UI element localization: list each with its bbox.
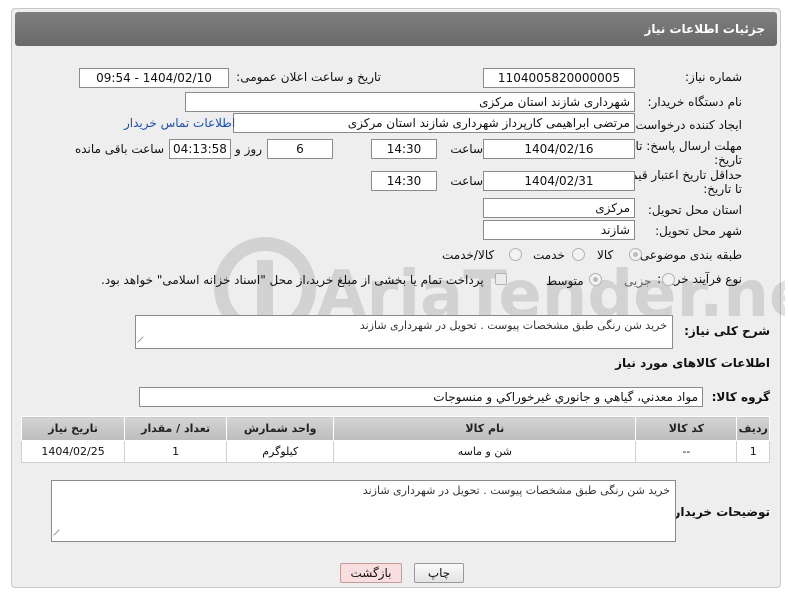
cell-row-number: 1 xyxy=(736,440,770,463)
price-time-label: ساعت xyxy=(450,174,483,188)
category-radio-goods[interactable] xyxy=(629,248,642,261)
cell-unit: کیلوگرم xyxy=(226,440,335,463)
reply-time-label: ساعت xyxy=(450,142,483,156)
announce-label: تاریخ و ساعت اعلان عمومی: xyxy=(236,70,381,84)
back-button[interactable]: بازگشت xyxy=(340,563,402,583)
goods-group-label: گروه کالا: xyxy=(711,390,770,404)
col-date-header: تاریخ نیاز xyxy=(20,416,126,441)
page-title: جزئیات اطلاعات نیاز xyxy=(644,22,765,36)
buyer-notes-label: توضیحات خریدار: xyxy=(668,505,770,519)
price-validity-label-2: تا تاریخ: xyxy=(703,182,742,196)
need-number-label: شماره نیاز: xyxy=(685,70,742,84)
print-button[interactable]: چاپ xyxy=(414,563,464,583)
reply-deadline-label-1: مهلت ارسال پاسخ: تا xyxy=(635,139,742,153)
buyer-org-label: نام دستگاه خریدار: xyxy=(647,95,743,109)
cell-qty: 1 xyxy=(124,440,228,463)
days-field[interactable]: 6 xyxy=(267,139,333,159)
process-radio-minor[interactable] xyxy=(662,273,675,286)
reply-deadline-label-2: تاریخ: xyxy=(714,153,742,167)
price-time-field[interactable]: 14:30 xyxy=(371,171,437,191)
resize-handle-icon[interactable] xyxy=(137,336,149,348)
price-date-field[interactable]: 1404/02/31 xyxy=(483,171,635,191)
description-textarea[interactable]: خرید شن رنگی طبق مشخصات پیوست . تحویل در… xyxy=(135,315,673,349)
remaining-time-field[interactable]: 04:13:58 xyxy=(169,139,231,159)
category-option-goods: کالا xyxy=(597,248,614,262)
goods-group-field[interactable]: مواد معدني، گیاهي و جانوري غيرخوراكي و م… xyxy=(139,387,703,407)
description-label: شرح کلی نیاز: xyxy=(684,324,770,338)
process-option-medium: متوسط xyxy=(546,274,584,288)
creator-field[interactable]: مرتضی ابراهیمی کارپرداز شهرداری شازند اس… xyxy=(233,113,635,133)
goods-table: ردیف کد کالا نام کالا واحد شمارش تعداد /… xyxy=(20,416,770,463)
cell-name: شن و ماسه xyxy=(333,440,637,463)
goods-info-title: اطلاعات کالاهای مورد نیاز xyxy=(615,356,770,370)
days-label: روز و xyxy=(235,142,262,156)
resize-handle-icon[interactable] xyxy=(53,529,65,541)
process-radio-medium[interactable] xyxy=(589,273,602,286)
treasury-note: پرداخت تمام یا بخشی از مبلغ خرید،از محل … xyxy=(101,273,484,287)
treasury-checkbox[interactable] xyxy=(495,273,507,285)
delivery-province-label: استان محل تحویل: xyxy=(647,203,742,217)
category-option-service: خدمت xyxy=(533,248,565,262)
cell-date: 1404/02/25 xyxy=(20,440,126,463)
delivery-province-field[interactable]: مرکزی xyxy=(483,198,635,218)
creator-label: ایجاد کننده درخواست: xyxy=(631,118,742,132)
col-code-header: کد کالا xyxy=(635,416,738,441)
delivery-city-field[interactable]: شازند xyxy=(483,220,635,240)
table-row[interactable]: 1 -- شن و ماسه کیلوگرم 1 1404/02/25 xyxy=(20,440,770,463)
cell-code: -- xyxy=(635,440,738,463)
announce-field[interactable]: 1404/02/10 - 09:54 xyxy=(79,68,229,88)
buyer-contact-link[interactable]: اطلاعات تماس خریدار xyxy=(124,116,235,130)
process-option-minor: جزیی xyxy=(624,274,652,288)
col-unit-header: واحد شمارش xyxy=(226,416,335,441)
panel-header: جزئیات اطلاعات نیاز xyxy=(15,12,777,46)
col-name-header: نام کالا xyxy=(333,416,637,441)
reply-time-field[interactable]: 14:30 xyxy=(371,139,437,159)
description-text: خرید شن رنگی طبق مشخصات پیوست . تحویل در… xyxy=(359,319,667,332)
col-qty-header: تعداد / مقدار xyxy=(124,416,228,441)
buyer-notes-text: خرید شن رنگی طبق مشخصات پیوست . تحویل در… xyxy=(362,484,670,497)
table-header-row: ردیف کد کالا نام کالا واحد شمارش تعداد /… xyxy=(20,416,770,441)
remaining-label: ساعت باقی مانده xyxy=(74,142,164,156)
buyer-notes-textarea[interactable]: خرید شن رنگی طبق مشخصات پیوست . تحویل در… xyxy=(51,480,676,542)
category-radio-both[interactable] xyxy=(509,248,522,261)
col-row-header: ردیف xyxy=(736,416,770,441)
category-radio-service[interactable] xyxy=(572,248,585,261)
buyer-org-field[interactable]: شهرداری شازند استان مرکزی xyxy=(185,92,635,112)
delivery-city-label: شهر محل تحویل: xyxy=(655,224,742,238)
need-number-field[interactable]: 1104005820000005 xyxy=(483,68,635,88)
category-option-both: کالا/خدمت xyxy=(442,248,495,262)
reply-date-field[interactable]: 1404/02/16 xyxy=(483,139,635,159)
category-label: طبقه بندی موضوعی: xyxy=(635,248,742,262)
